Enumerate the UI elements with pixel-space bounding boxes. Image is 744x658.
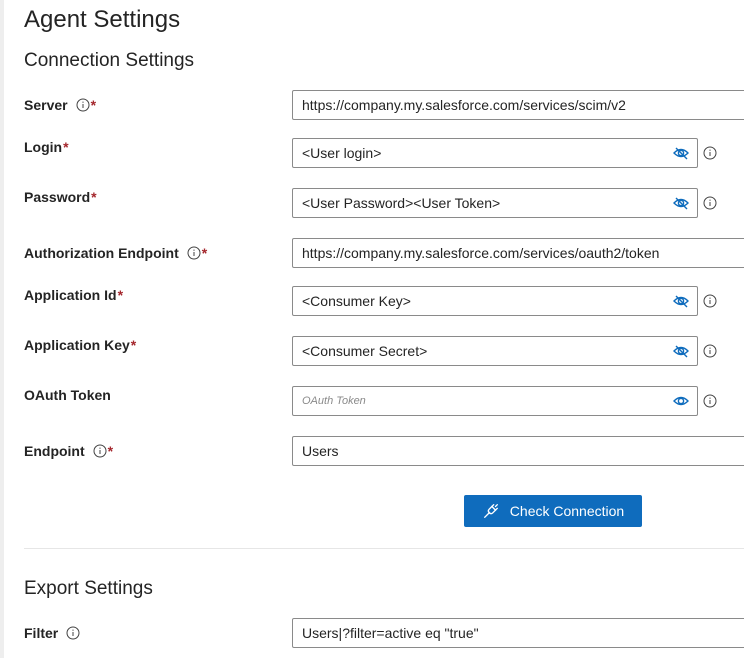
oauth-token-input[interactable]: OAuth Token xyxy=(292,386,698,416)
filter-label: Filter xyxy=(24,625,80,641)
filter-label-text: Filter xyxy=(24,625,59,641)
app-id-info-icon[interactable] xyxy=(703,294,717,308)
password-info-icon[interactable] xyxy=(703,196,717,210)
endpoint-value: Users xyxy=(302,443,339,459)
check-connection-label: Check Connection xyxy=(509,503,625,519)
app-id-input[interactable]: <Consumer Key> xyxy=(292,286,698,316)
page-title: Agent Settings xyxy=(24,6,181,33)
password-label-text: Password xyxy=(24,189,91,205)
required-mark: * xyxy=(130,337,137,353)
auth-endpoint-label: Authorization Endpoint * xyxy=(24,245,207,261)
required-mark: * xyxy=(107,443,114,459)
required-mark: * xyxy=(91,189,97,205)
app-key-label-text: Application Key xyxy=(24,337,130,353)
eye-hidden-icon[interactable] xyxy=(671,341,691,361)
eye-hidden-icon[interactable] xyxy=(671,193,691,213)
server-label-text: Server xyxy=(24,97,68,113)
app-key-label: Application Key * xyxy=(24,337,136,353)
filter-input[interactable]: Users|?filter=active eq "true" xyxy=(292,618,744,648)
eye-icon[interactable] xyxy=(671,391,691,411)
required-mark: * xyxy=(90,97,97,113)
login-label: Login * xyxy=(24,139,69,155)
app-id-label-text: Application Id xyxy=(24,287,117,303)
required-mark: * xyxy=(117,287,124,303)
auth-endpoint-input[interactable]: https://company.my.salesforce.com/servic… xyxy=(292,238,744,268)
left-panel-edge xyxy=(0,0,4,658)
section-divider xyxy=(24,548,744,549)
required-mark: * xyxy=(201,245,208,261)
endpoint-label: Endpoint * xyxy=(24,443,113,459)
info-icon[interactable] xyxy=(187,246,201,260)
login-info-icon[interactable] xyxy=(703,146,717,160)
server-value: https://company.my.salesforce.com/servic… xyxy=(302,97,626,113)
login-value: <User login> xyxy=(302,145,382,161)
info-icon[interactable] xyxy=(76,98,90,112)
plug-connection-icon xyxy=(482,502,500,520)
endpoint-input[interactable]: Users xyxy=(292,436,744,466)
oauth-token-info-icon[interactable] xyxy=(703,394,717,408)
oauth-token-label-text: OAuth Token xyxy=(24,387,111,403)
info-icon[interactable] xyxy=(93,444,107,458)
oauth-token-label: OAuth Token xyxy=(24,387,111,403)
password-input[interactable]: <User Password><User Token> xyxy=(292,188,698,218)
info-icon[interactable] xyxy=(66,626,80,640)
export-settings-heading: Export Settings xyxy=(24,578,153,599)
filter-value: Users|?filter=active eq "true" xyxy=(302,625,479,641)
login-label-text: Login xyxy=(24,139,63,155)
password-value: <User Password><User Token> xyxy=(302,195,501,211)
check-connection-button[interactable]: Check Connection xyxy=(464,495,642,527)
server-input[interactable]: https://company.my.salesforce.com/servic… xyxy=(292,90,744,120)
app-id-label: Application Id * xyxy=(24,287,123,303)
app-key-info-icon[interactable] xyxy=(703,344,717,358)
login-input[interactable]: <User login> xyxy=(292,138,698,168)
oauth-token-placeholder: OAuth Token xyxy=(302,395,366,407)
connection-settings-heading: Connection Settings xyxy=(24,50,195,71)
server-label: Server * xyxy=(24,97,96,113)
auth-endpoint-label-text: Authorization Endpoint xyxy=(24,245,179,261)
app-id-value: <Consumer Key> xyxy=(302,293,411,309)
app-key-value: <Consumer Secret> xyxy=(302,343,428,359)
endpoint-label-text: Endpoint xyxy=(24,443,85,459)
required-mark: * xyxy=(63,139,69,155)
password-label: Password * xyxy=(24,189,97,205)
eye-hidden-icon[interactable] xyxy=(671,143,691,163)
auth-endpoint-value: https://company.my.salesforce.com/servic… xyxy=(302,245,660,261)
eye-hidden-icon[interactable] xyxy=(671,291,691,311)
app-key-input[interactable]: <Consumer Secret> xyxy=(292,336,698,366)
